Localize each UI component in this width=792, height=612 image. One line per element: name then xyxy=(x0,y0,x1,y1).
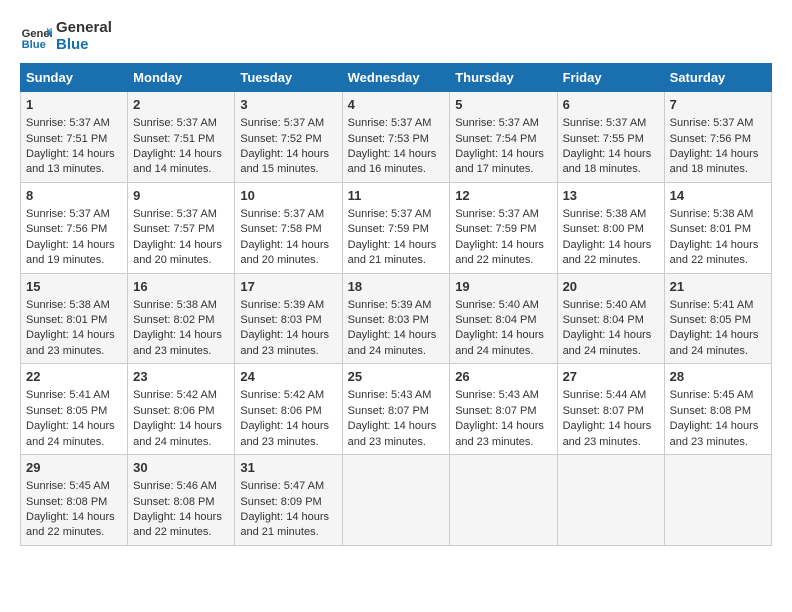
calendar-week-1: 1Sunrise: 5:37 AMSunset: 7:51 PMDaylight… xyxy=(21,92,772,183)
day-number: 30 xyxy=(133,459,229,477)
day-number: 22 xyxy=(26,368,122,386)
calendar-cell: 7Sunrise: 5:37 AMSunset: 7:56 PMDaylight… xyxy=(664,92,771,183)
calendar-cell: 5Sunrise: 5:37 AMSunset: 7:54 PMDaylight… xyxy=(450,92,557,183)
logo: General Blue General Blue xyxy=(20,20,112,53)
calendar-cell: 15Sunrise: 5:38 AMSunset: 8:01 PMDayligh… xyxy=(21,273,128,364)
calendar-cell: 18Sunrise: 5:39 AMSunset: 8:03 PMDayligh… xyxy=(342,273,450,364)
calendar-cell: 16Sunrise: 5:38 AMSunset: 8:02 PMDayligh… xyxy=(128,273,235,364)
day-number: 8 xyxy=(26,187,122,205)
day-number: 10 xyxy=(240,187,336,205)
day-number: 23 xyxy=(133,368,229,386)
calendar-cell: 12Sunrise: 5:37 AMSunset: 7:59 PMDayligh… xyxy=(450,182,557,273)
calendar-cell: 3Sunrise: 5:37 AMSunset: 7:52 PMDaylight… xyxy=(235,92,342,183)
calendar-cell: 13Sunrise: 5:38 AMSunset: 8:00 PMDayligh… xyxy=(557,182,664,273)
day-number: 18 xyxy=(348,278,445,296)
logo-general: General xyxy=(56,20,112,37)
calendar-week-5: 29Sunrise: 5:45 AMSunset: 8:08 PMDayligh… xyxy=(21,455,772,546)
calendar-cell: 25Sunrise: 5:43 AMSunset: 8:07 PMDayligh… xyxy=(342,364,450,455)
day-number: 20 xyxy=(563,278,659,296)
calendar-week-4: 22Sunrise: 5:41 AMSunset: 8:05 PMDayligh… xyxy=(21,364,772,455)
calendar-cell: 26Sunrise: 5:43 AMSunset: 8:07 PMDayligh… xyxy=(450,364,557,455)
calendar-week-3: 15Sunrise: 5:38 AMSunset: 8:01 PMDayligh… xyxy=(21,273,772,364)
day-number: 1 xyxy=(26,96,122,114)
day-number: 6 xyxy=(563,96,659,114)
logo-icon: General Blue xyxy=(20,21,52,53)
day-number: 4 xyxy=(348,96,445,114)
calendar-cell: 21Sunrise: 5:41 AMSunset: 8:05 PMDayligh… xyxy=(664,273,771,364)
calendar-header-friday: Friday xyxy=(557,64,664,92)
calendar-week-2: 8Sunrise: 5:37 AMSunset: 7:56 PMDaylight… xyxy=(21,182,772,273)
day-number: 11 xyxy=(348,187,445,205)
calendar-cell: 23Sunrise: 5:42 AMSunset: 8:06 PMDayligh… xyxy=(128,364,235,455)
day-number: 15 xyxy=(26,278,122,296)
day-number: 2 xyxy=(133,96,229,114)
svg-text:Blue: Blue xyxy=(22,39,46,51)
day-number: 31 xyxy=(240,459,336,477)
day-number: 25 xyxy=(348,368,445,386)
day-number: 21 xyxy=(670,278,766,296)
page-header: General Blue General Blue xyxy=(20,20,772,53)
day-number: 3 xyxy=(240,96,336,114)
calendar-cell: 14Sunrise: 5:38 AMSunset: 8:01 PMDayligh… xyxy=(664,182,771,273)
calendar-header-saturday: Saturday xyxy=(664,64,771,92)
day-number: 5 xyxy=(455,96,551,114)
day-number: 12 xyxy=(455,187,551,205)
calendar-header-row: SundayMondayTuesdayWednesdayThursdayFrid… xyxy=(21,64,772,92)
day-number: 29 xyxy=(26,459,122,477)
day-number: 9 xyxy=(133,187,229,205)
logo-blue: Blue xyxy=(56,37,112,54)
calendar-cell: 31Sunrise: 5:47 AMSunset: 8:09 PMDayligh… xyxy=(235,455,342,546)
calendar-cell: 1Sunrise: 5:37 AMSunset: 7:51 PMDaylight… xyxy=(21,92,128,183)
calendar-cell: 28Sunrise: 5:45 AMSunset: 8:08 PMDayligh… xyxy=(664,364,771,455)
calendar-header-wednesday: Wednesday xyxy=(342,64,450,92)
calendar-cell: 9Sunrise: 5:37 AMSunset: 7:57 PMDaylight… xyxy=(128,182,235,273)
calendar-cell: 4Sunrise: 5:37 AMSunset: 7:53 PMDaylight… xyxy=(342,92,450,183)
day-number: 14 xyxy=(670,187,766,205)
calendar-header-thursday: Thursday xyxy=(450,64,557,92)
calendar-cell xyxy=(557,455,664,546)
calendar-cell: 22Sunrise: 5:41 AMSunset: 8:05 PMDayligh… xyxy=(21,364,128,455)
calendar-cell: 11Sunrise: 5:37 AMSunset: 7:59 PMDayligh… xyxy=(342,182,450,273)
day-number: 17 xyxy=(240,278,336,296)
calendar-header-tuesday: Tuesday xyxy=(235,64,342,92)
calendar-cell: 19Sunrise: 5:40 AMSunset: 8:04 PMDayligh… xyxy=(450,273,557,364)
calendar-cell: 17Sunrise: 5:39 AMSunset: 8:03 PMDayligh… xyxy=(235,273,342,364)
calendar-cell: 24Sunrise: 5:42 AMSunset: 8:06 PMDayligh… xyxy=(235,364,342,455)
day-number: 13 xyxy=(563,187,659,205)
calendar-table: SundayMondayTuesdayWednesdayThursdayFrid… xyxy=(20,63,772,546)
calendar-cell: 2Sunrise: 5:37 AMSunset: 7:51 PMDaylight… xyxy=(128,92,235,183)
calendar-cell: 8Sunrise: 5:37 AMSunset: 7:56 PMDaylight… xyxy=(21,182,128,273)
calendar-cell: 20Sunrise: 5:40 AMSunset: 8:04 PMDayligh… xyxy=(557,273,664,364)
calendar-header-sunday: Sunday xyxy=(21,64,128,92)
day-number: 26 xyxy=(455,368,551,386)
calendar-cell: 29Sunrise: 5:45 AMSunset: 8:08 PMDayligh… xyxy=(21,455,128,546)
day-number: 28 xyxy=(670,368,766,386)
calendar-cell: 6Sunrise: 5:37 AMSunset: 7:55 PMDaylight… xyxy=(557,92,664,183)
day-number: 24 xyxy=(240,368,336,386)
calendar-cell xyxy=(450,455,557,546)
day-number: 19 xyxy=(455,278,551,296)
calendar-cell: 27Sunrise: 5:44 AMSunset: 8:07 PMDayligh… xyxy=(557,364,664,455)
calendar-cell: 30Sunrise: 5:46 AMSunset: 8:08 PMDayligh… xyxy=(128,455,235,546)
calendar-cell xyxy=(664,455,771,546)
day-number: 7 xyxy=(670,96,766,114)
calendar-cell: 10Sunrise: 5:37 AMSunset: 7:58 PMDayligh… xyxy=(235,182,342,273)
calendar-cell xyxy=(342,455,450,546)
day-number: 16 xyxy=(133,278,229,296)
calendar-header-monday: Monday xyxy=(128,64,235,92)
day-number: 27 xyxy=(563,368,659,386)
